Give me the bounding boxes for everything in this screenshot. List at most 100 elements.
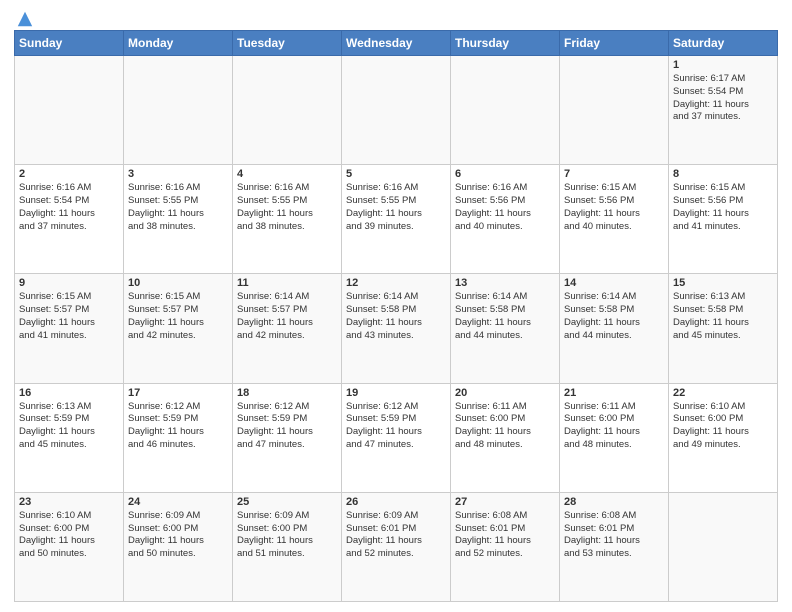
day-info: Sunrise: 6:13 AM Sunset: 5:58 PM Dayligh… bbox=[673, 291, 773, 342]
day-info: Sunrise: 6:17 AM Sunset: 5:54 PM Dayligh… bbox=[673, 73, 773, 124]
calendar-day-18: 18 Sunrise: 6:12 AM Sunset: 5:59 PM Dayli… bbox=[233, 383, 342, 492]
day-number: 13 bbox=[455, 277, 555, 289]
day-info: Sunrise: 6:12 AM Sunset: 5:59 PM Dayligh… bbox=[346, 401, 446, 452]
weekday-header-sunday: Sunday bbox=[15, 31, 124, 56]
day-number: 25 bbox=[237, 496, 337, 508]
calendar-day-6: 6 Sunrise: 6:16 AM Sunset: 5:56 PM Daylig… bbox=[451, 165, 560, 274]
logo bbox=[14, 10, 34, 24]
calendar-day-10: 10 Sunrise: 6:15 AM Sunset: 5:57 PM Dayli… bbox=[124, 274, 233, 383]
calendar-day-28: 28 Sunrise: 6:08 AM Sunset: 6:01 PM Dayli… bbox=[560, 492, 669, 601]
calendar-empty-cell bbox=[560, 56, 669, 165]
calendar-day-26: 26Sunrise: 6:09 AM Sunset: 6:01 PM Dayli… bbox=[342, 492, 451, 601]
weekday-header-friday: Friday bbox=[560, 31, 669, 56]
day-info: Sunrise: 6:15 AM Sunset: 5:56 PM Dayligh… bbox=[564, 182, 664, 233]
day-info: Sunrise: 6:16 AM Sunset: 5:55 PM Dayligh… bbox=[346, 182, 446, 233]
day-number: 19 bbox=[346, 387, 446, 399]
day-number: 17 bbox=[128, 387, 228, 399]
day-number: 27 bbox=[455, 496, 555, 508]
day-info: Sunrise: 6:14 AM Sunset: 5:57 PM Dayligh… bbox=[237, 291, 337, 342]
day-number: 4 bbox=[237, 168, 337, 180]
day-number: 7 bbox=[564, 168, 664, 180]
page: SundayMondayTuesdayWednesdayThursdayFrid… bbox=[0, 0, 792, 612]
calendar-empty-cell bbox=[233, 56, 342, 165]
calendar-week-row: 9 Sunrise: 6:15 AM Sunset: 5:57 PM Daylig… bbox=[15, 274, 778, 383]
day-info: Sunrise: 6:14 AM Sunset: 5:58 PM Dayligh… bbox=[346, 291, 446, 342]
calendar-day-3: 3 Sunrise: 6:16 AM Sunset: 5:55 PM Daylig… bbox=[124, 165, 233, 274]
day-number: 11 bbox=[237, 277, 337, 289]
calendar-empty-cell bbox=[451, 56, 560, 165]
header bbox=[14, 10, 778, 24]
day-number: 22 bbox=[673, 387, 773, 399]
day-number: 20 bbox=[455, 387, 555, 399]
day-info: Sunrise: 6:16 AM Sunset: 5:54 PM Dayligh… bbox=[19, 182, 119, 233]
weekday-header-tuesday: Tuesday bbox=[233, 31, 342, 56]
logo-icon bbox=[16, 10, 34, 28]
day-number: 1 bbox=[673, 59, 773, 71]
calendar-day-12: 12 Sunrise: 6:14 AM Sunset: 5:58 PM Dayli… bbox=[342, 274, 451, 383]
day-info: Sunrise: 6:14 AM Sunset: 5:58 PM Dayligh… bbox=[564, 291, 664, 342]
day-info: Sunrise: 6:09 AM Sunset: 6:00 PM Dayligh… bbox=[128, 510, 228, 561]
weekday-header-wednesday: Wednesday bbox=[342, 31, 451, 56]
calendar-empty-cell bbox=[15, 56, 124, 165]
calendar-day-23: 23 Sunrise: 6:10 AM Sunset: 6:00 PM Dayli… bbox=[15, 492, 124, 601]
day-number: 10 bbox=[128, 277, 228, 289]
calendar-empty-cell bbox=[669, 492, 778, 601]
day-info: Sunrise: 6:12 AM Sunset: 5:59 PM Dayligh… bbox=[128, 401, 228, 452]
calendar-day-21: 21Sunrise: 6:11 AM Sunset: 6:00 PM Dayli… bbox=[560, 383, 669, 492]
day-number: 16 bbox=[19, 387, 119, 399]
day-number: 5 bbox=[346, 168, 446, 180]
weekday-header-thursday: Thursday bbox=[451, 31, 560, 56]
calendar-empty-cell bbox=[124, 56, 233, 165]
day-info: Sunrise: 6:15 AM Sunset: 5:57 PM Dayligh… bbox=[19, 291, 119, 342]
calendar-day-19: 19 Sunrise: 6:12 AM Sunset: 5:59 PM Dayli… bbox=[342, 383, 451, 492]
calendar-day-4: 4Sunrise: 6:16 AM Sunset: 5:55 PM Daylig… bbox=[233, 165, 342, 274]
day-number: 8 bbox=[673, 168, 773, 180]
calendar-day-27: 27Sunrise: 6:08 AM Sunset: 6:01 PM Dayli… bbox=[451, 492, 560, 601]
calendar-day-8: 8 Sunrise: 6:15 AM Sunset: 5:56 PM Daylig… bbox=[669, 165, 778, 274]
calendar-day-2: 2 Sunrise: 6:16 AM Sunset: 5:54 PM Daylig… bbox=[15, 165, 124, 274]
weekday-header-monday: Monday bbox=[124, 31, 233, 56]
day-info: Sunrise: 6:10 AM Sunset: 6:00 PM Dayligh… bbox=[673, 401, 773, 452]
calendar-week-row: 23 Sunrise: 6:10 AM Sunset: 6:00 PM Dayli… bbox=[15, 492, 778, 601]
calendar-day-11: 11 Sunrise: 6:14 AM Sunset: 5:57 PM Dayli… bbox=[233, 274, 342, 383]
day-info: Sunrise: 6:09 AM Sunset: 6:01 PM Dayligh… bbox=[346, 510, 446, 561]
calendar-day-14: 14 Sunrise: 6:14 AM Sunset: 5:58 PM Dayli… bbox=[560, 274, 669, 383]
calendar-day-24: 24Sunrise: 6:09 AM Sunset: 6:00 PM Dayli… bbox=[124, 492, 233, 601]
day-info: Sunrise: 6:12 AM Sunset: 5:59 PM Dayligh… bbox=[237, 401, 337, 452]
day-number: 28 bbox=[564, 496, 664, 508]
day-number: 2 bbox=[19, 168, 119, 180]
day-number: 14 bbox=[564, 277, 664, 289]
day-info: Sunrise: 6:09 AM Sunset: 6:00 PM Dayligh… bbox=[237, 510, 337, 561]
calendar-day-5: 5 Sunrise: 6:16 AM Sunset: 5:55 PM Daylig… bbox=[342, 165, 451, 274]
calendar-day-9: 9 Sunrise: 6:15 AM Sunset: 5:57 PM Daylig… bbox=[15, 274, 124, 383]
day-number: 12 bbox=[346, 277, 446, 289]
day-info: Sunrise: 6:16 AM Sunset: 5:56 PM Dayligh… bbox=[455, 182, 555, 233]
calendar-day-25: 25 Sunrise: 6:09 AM Sunset: 6:00 PM Dayli… bbox=[233, 492, 342, 601]
day-info: Sunrise: 6:15 AM Sunset: 5:57 PM Dayligh… bbox=[128, 291, 228, 342]
weekday-header-saturday: Saturday bbox=[669, 31, 778, 56]
day-info: Sunrise: 6:16 AM Sunset: 5:55 PM Dayligh… bbox=[128, 182, 228, 233]
day-info: Sunrise: 6:11 AM Sunset: 6:00 PM Dayligh… bbox=[455, 401, 555, 452]
day-number: 18 bbox=[237, 387, 337, 399]
calendar-day-1: 1 Sunrise: 6:17 AM Sunset: 5:54 PM Daylig… bbox=[669, 56, 778, 165]
day-info: Sunrise: 6:08 AM Sunset: 6:01 PM Dayligh… bbox=[564, 510, 664, 561]
calendar-empty-cell bbox=[342, 56, 451, 165]
calendar-day-17: 17 Sunrise: 6:12 AM Sunset: 5:59 PM Dayli… bbox=[124, 383, 233, 492]
day-number: 6 bbox=[455, 168, 555, 180]
calendar-day-16: 16 Sunrise: 6:13 AM Sunset: 5:59 PM Dayli… bbox=[15, 383, 124, 492]
day-number: 23 bbox=[19, 496, 119, 508]
day-info: Sunrise: 6:15 AM Sunset: 5:56 PM Dayligh… bbox=[673, 182, 773, 233]
day-number: 9 bbox=[19, 277, 119, 289]
calendar-day-22: 22 Sunrise: 6:10 AM Sunset: 6:00 PM Dayli… bbox=[669, 383, 778, 492]
calendar-day-20: 20 Sunrise: 6:11 AM Sunset: 6:00 PM Dayli… bbox=[451, 383, 560, 492]
day-number: 15 bbox=[673, 277, 773, 289]
calendar-day-13: 13 Sunrise: 6:14 AM Sunset: 5:58 PM Dayli… bbox=[451, 274, 560, 383]
calendar-day-7: 7 Sunrise: 6:15 AM Sunset: 5:56 PM Daylig… bbox=[560, 165, 669, 274]
day-number: 3 bbox=[128, 168, 228, 180]
calendar-week-row: 16 Sunrise: 6:13 AM Sunset: 5:59 PM Dayli… bbox=[15, 383, 778, 492]
calendar-day-15: 15 Sunrise: 6:13 AM Sunset: 5:58 PM Dayli… bbox=[669, 274, 778, 383]
day-info: Sunrise: 6:14 AM Sunset: 5:58 PM Dayligh… bbox=[455, 291, 555, 342]
day-number: 21 bbox=[564, 387, 664, 399]
day-info: Sunrise: 6:10 AM Sunset: 6:00 PM Dayligh… bbox=[19, 510, 119, 561]
day-info: Sunrise: 6:13 AM Sunset: 5:59 PM Dayligh… bbox=[19, 401, 119, 452]
